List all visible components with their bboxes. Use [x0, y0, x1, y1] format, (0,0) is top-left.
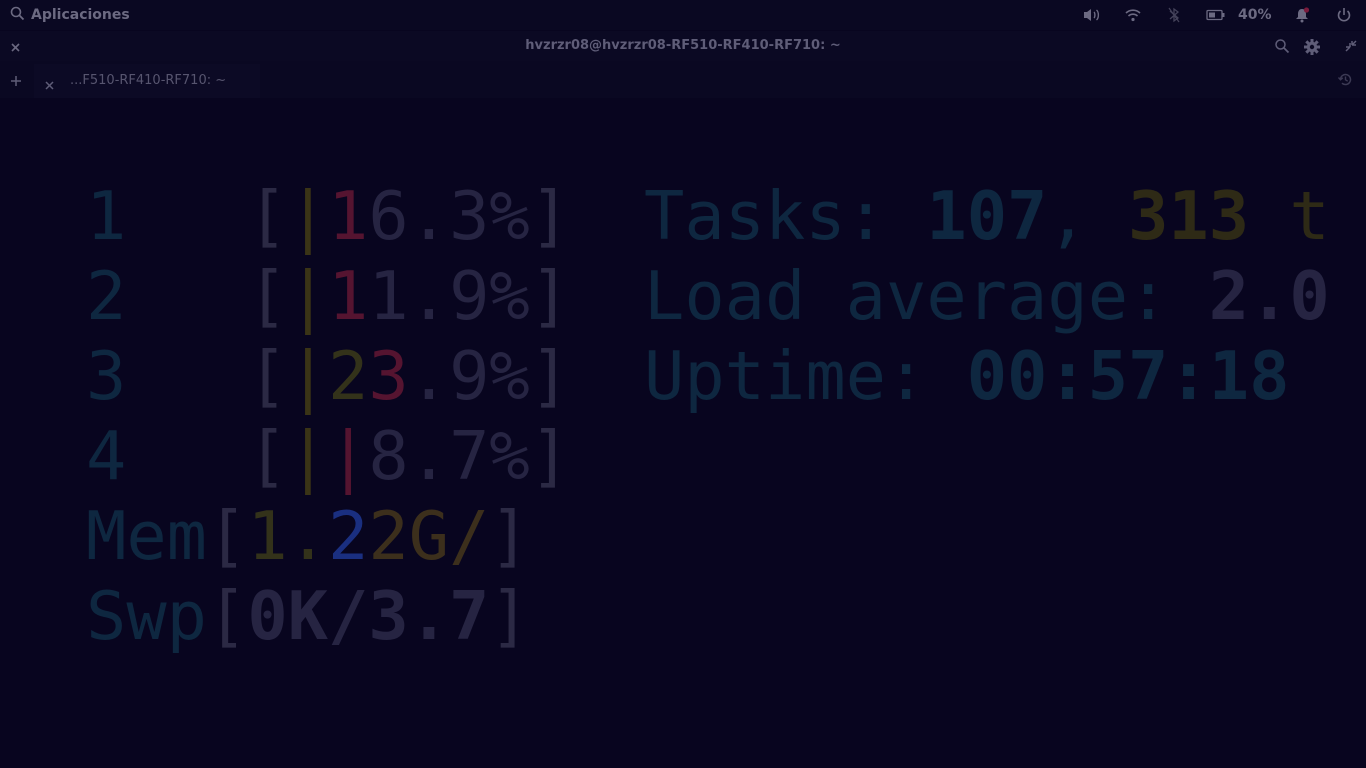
cpu-bar-segment: |	[287, 257, 329, 335]
mem-row: Mem[1.22G/]	[86, 496, 530, 576]
cpu-id: 1	[86, 177, 127, 255]
mem-bracket-close: ]	[489, 497, 530, 575]
cpu-bracket-close: ]	[529, 257, 571, 335]
tasks-separator: ,	[1047, 177, 1129, 255]
load-average-value: 2.0	[1208, 257, 1330, 335]
cpu-bar-segment: |	[287, 337, 329, 415]
applications-label: Aplicaciones	[31, 7, 130, 23]
tab-label: ...F510-RF410-RF710: ~	[70, 73, 227, 88]
tasks-label: Tasks:	[644, 177, 927, 255]
terminal-tab[interactable]: ...F510-RF410-RF710: ~	[34, 64, 260, 98]
cpu-id: 2	[86, 257, 127, 335]
notification-bell-icon[interactable]	[1282, 0, 1322, 30]
volume-icon[interactable]	[1072, 0, 1112, 30]
cpu-id: 4	[86, 417, 127, 495]
cpu-bracket-open: [	[247, 257, 288, 335]
terminal-content[interactable]: 1 [|16.3%] 2 [|11.9%] 3 [|23.9%] 4 [||8.…	[0, 98, 1366, 768]
cpu-percent-digit: 1	[328, 177, 369, 255]
power-icon[interactable]	[1322, 0, 1366, 30]
search-icon	[10, 6, 25, 25]
cpu-percent-digit: 2	[328, 337, 369, 415]
cpu-row-2: 2 [|11.9%]	[86, 256, 570, 336]
threads-count: 313	[1128, 177, 1250, 255]
uptime-value: 00:57:18	[966, 337, 1290, 415]
cpu-bracket-close: ]	[529, 337, 571, 415]
swap-value: 0K/3.7	[247, 577, 490, 655]
cpu-row-1: 1 [|16.3%]	[86, 176, 570, 256]
swap-row: Swp[0K/3.7]	[86, 576, 530, 656]
window-title: hvzrzr08@hvzrzr08-RF510-RF410-RF710: ~	[525, 38, 841, 53]
uptime-row: Uptime: 00:57:18	[644, 336, 1289, 416]
uptime-label: Uptime:	[644, 337, 967, 415]
cpu-id: 3	[86, 337, 127, 415]
applications-menu[interactable]: Aplicaciones	[10, 6, 130, 25]
mem-bracket-open: [	[207, 497, 248, 575]
cpu-percent-digit: 3	[368, 337, 409, 415]
load-average-label: Load average:	[644, 257, 1209, 335]
mem-label: Mem	[86, 497, 208, 575]
load-average-row: Load average: 2.0	[644, 256, 1330, 336]
cpu-bracket-close: ]	[529, 177, 571, 255]
cpu-percent: 8.7%	[368, 417, 530, 495]
swap-label: Swp	[86, 577, 208, 655]
bluetooth-icon[interactable]	[1154, 0, 1194, 30]
top-panel: Aplicaciones 40%	[0, 0, 1366, 30]
threads-suffix: t	[1249, 177, 1330, 255]
mem-value-part: 1.	[247, 497, 329, 575]
cpu-bracket-open: [	[247, 337, 288, 415]
history-icon[interactable]	[1337, 71, 1354, 92]
battery-percent[interactable]: 40%	[1238, 7, 1282, 23]
find-icon[interactable]	[1274, 38, 1290, 58]
terminal-titlebar: hvzrzr08@hvzrzr08-RF510-RF410-RF710: ~	[0, 31, 1366, 61]
swap-bracket-open: [	[207, 577, 248, 655]
swap-bracket-close: ]	[489, 577, 530, 655]
cpu-bracket-open: [	[247, 417, 288, 495]
cpu-bracket-open: [	[247, 177, 288, 255]
cpu-percent: 1.9%	[368, 257, 530, 335]
cpu-row-3: 3 [|23.9%]	[86, 336, 570, 416]
cpu-percent-digit: 1	[328, 257, 369, 335]
cpu-bar-segment: |	[328, 417, 369, 495]
gear-icon[interactable]	[1303, 38, 1321, 60]
tasks-count: 107	[926, 177, 1048, 255]
indicator-area: 40%	[1072, 0, 1366, 30]
tasks-row: Tasks: 107, 313 t	[644, 176, 1330, 256]
cpu-bar-segment: |	[287, 417, 329, 495]
cpu-bracket-close: ]	[529, 417, 571, 495]
tab-bar: ...F510-RF410-RF710: ~	[0, 61, 1366, 98]
cpu-bar-segment: |	[287, 177, 329, 255]
cpu-percent: 6.3%	[368, 177, 530, 255]
close-tab-icon[interactable]	[44, 76, 55, 95]
wifi-icon[interactable]	[1112, 0, 1154, 30]
mem-value-part: 2G/	[368, 497, 490, 575]
new-tab-icon[interactable]	[9, 73, 23, 92]
battery-icon[interactable]	[1194, 0, 1238, 30]
cpu-percent: .9%	[408, 337, 530, 415]
unmaximize-icon[interactable]	[1343, 38, 1359, 58]
cpu-row-4: 4 [||8.7%]	[86, 416, 570, 496]
mem-value-part: 2	[328, 497, 369, 575]
